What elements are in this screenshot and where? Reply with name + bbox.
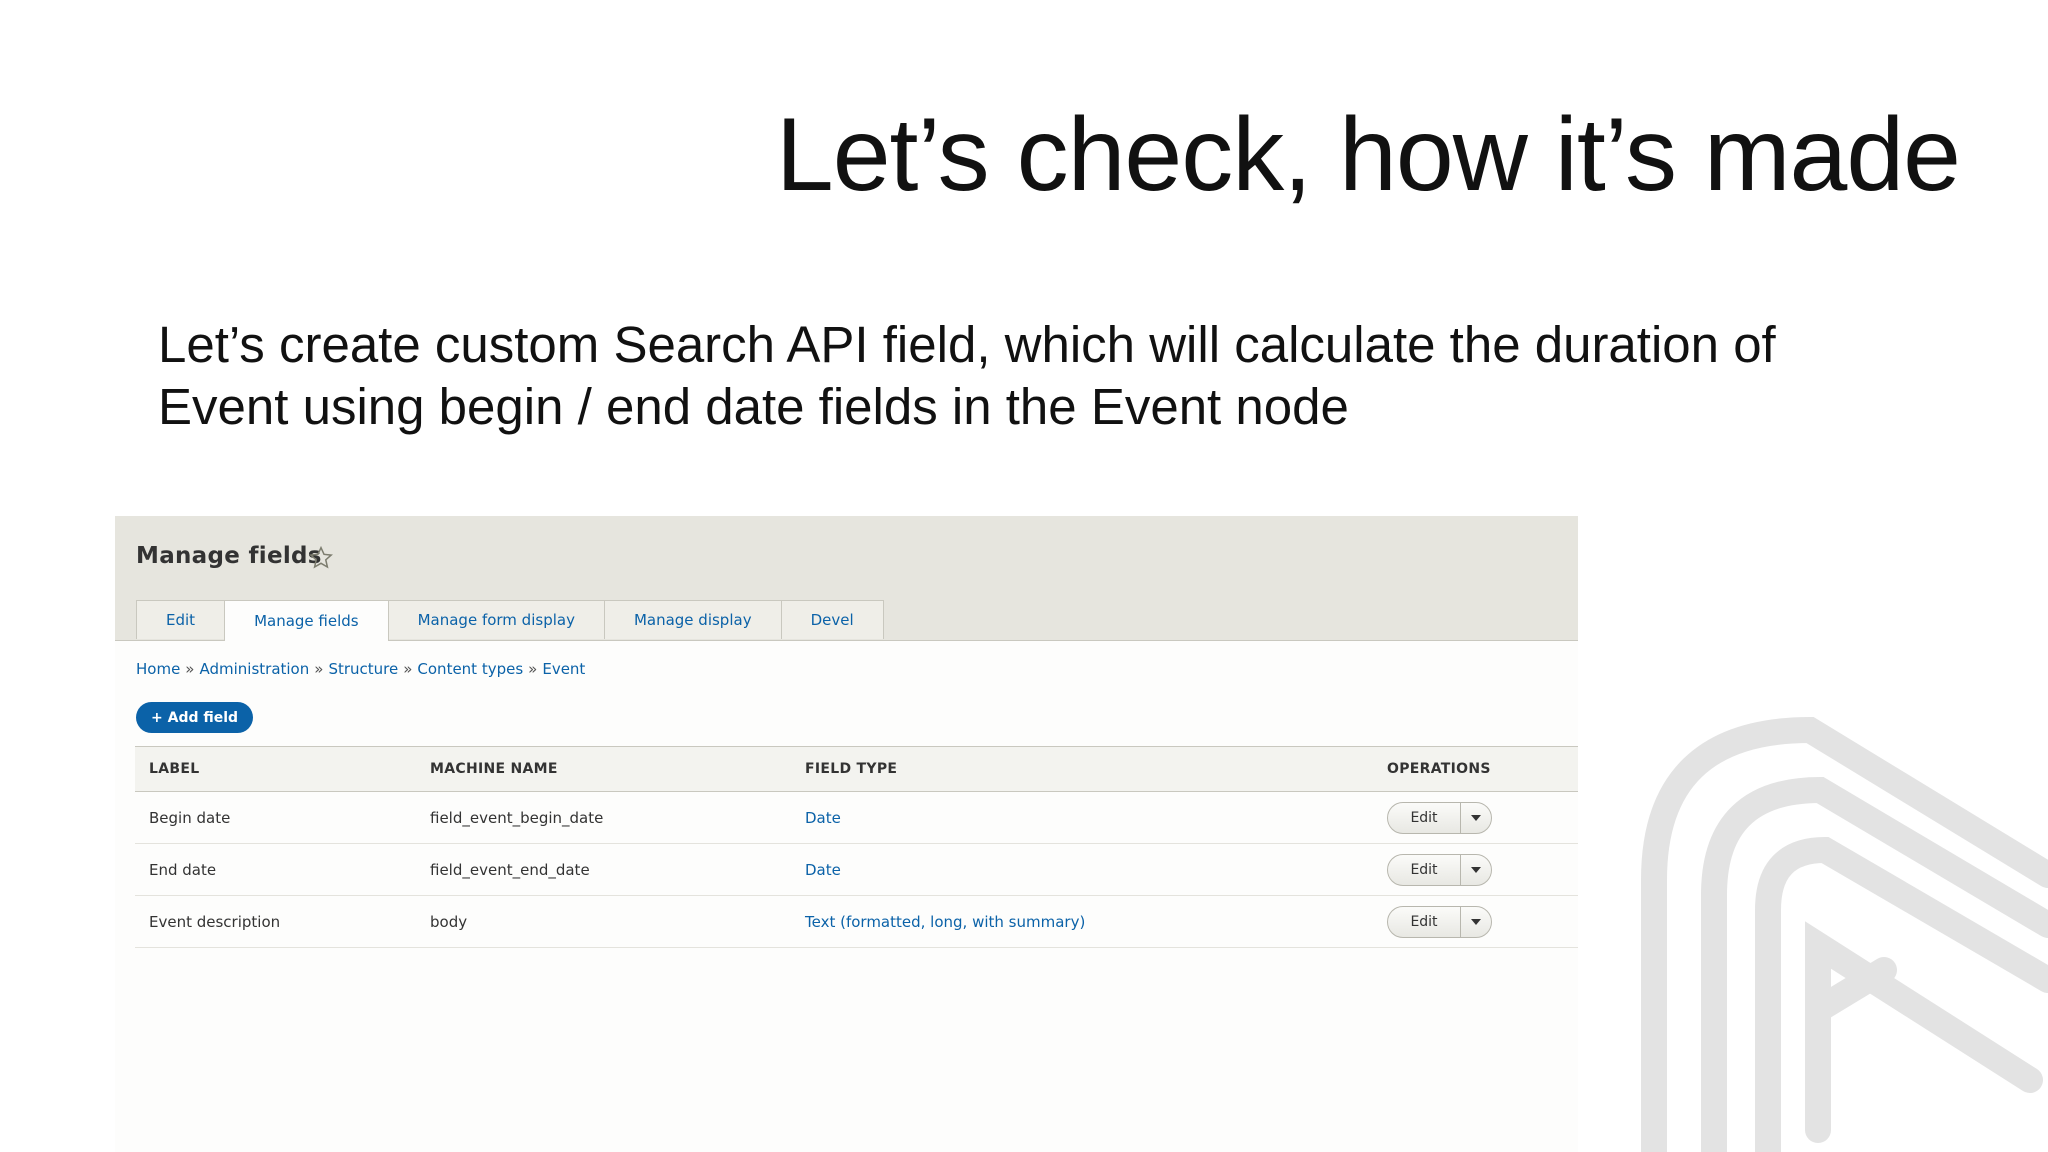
operations-dropbutton: Edit bbox=[1387, 905, 1492, 938]
add-field-button[interactable]: + Add field bbox=[136, 702, 254, 733]
breadcrumb-structure[interactable]: Structure bbox=[328, 660, 398, 678]
tab-manage-fields[interactable]: Manage fields bbox=[224, 600, 389, 641]
field-label: End date bbox=[149, 860, 217, 879]
table-row: Begin date field_event_begin_date Date E… bbox=[135, 792, 1578, 844]
table-row: End date field_event_end_date Date Edit bbox=[135, 844, 1578, 896]
dropdown-toggle-button[interactable] bbox=[1461, 803, 1491, 833]
operations-dropbutton: Edit bbox=[1387, 853, 1492, 886]
field-type-link[interactable]: Date bbox=[805, 861, 1387, 879]
field-type-link[interactable]: Date bbox=[805, 809, 1387, 827]
field-machine-name: body bbox=[430, 912, 468, 931]
dropdown-toggle-button[interactable] bbox=[1461, 907, 1491, 937]
operations-cell: Edit bbox=[1387, 801, 1578, 834]
column-header-operations: OPERATIONS bbox=[1387, 761, 1491, 777]
breadcrumb-separator: » bbox=[528, 660, 538, 678]
breadcrumb-separator: » bbox=[314, 660, 324, 678]
field-type-link[interactable]: Text (formatted, long, with summary) bbox=[805, 913, 1387, 931]
tab-edit[interactable]: Edit bbox=[136, 600, 226, 639]
tab-bar: Edit Manage fields Manage form display M… bbox=[136, 600, 884, 641]
table-header: LABEL MACHINE NAME FIELD TYPE OPERATIONS bbox=[135, 746, 1578, 792]
breadcrumb-administration[interactable]: Administration bbox=[199, 660, 309, 678]
edit-button[interactable]: Edit bbox=[1388, 802, 1461, 833]
slide-body: Let’s create custom Search API field, wh… bbox=[158, 314, 1918, 438]
operations-cell: Edit bbox=[1387, 905, 1578, 938]
breadcrumb-home[interactable]: Home bbox=[136, 660, 180, 678]
chevron-down-icon bbox=[1471, 814, 1481, 821]
breadcrumb-event[interactable]: Event bbox=[542, 660, 585, 678]
slide-body-line-1: Let’s create custom Search API field, wh… bbox=[158, 316, 1776, 373]
chevron-down-icon bbox=[1471, 866, 1481, 873]
slide-body-line-2: Event using begin / end date fields in t… bbox=[158, 378, 1349, 435]
star-icon[interactable] bbox=[308, 545, 334, 571]
slide-title: Let’s check, how it’s made bbox=[775, 97, 1961, 213]
field-machine-name: field_event_begin_date bbox=[430, 808, 604, 827]
breadcrumb-separator: » bbox=[185, 660, 195, 678]
field-label: Begin date bbox=[149, 808, 231, 827]
tab-devel[interactable]: Devel bbox=[780, 600, 884, 639]
page-header: Manage fields Edit Manage fields Manage … bbox=[115, 516, 1578, 641]
breadcrumb: Home» Administration» Structure» Content ty… bbox=[136, 660, 585, 678]
tab-manage-form-display[interactable]: Manage form display bbox=[387, 600, 605, 639]
brand-logo bbox=[1641, 716, 2048, 1152]
breadcrumb-content-types[interactable]: Content types bbox=[417, 660, 523, 678]
edit-button[interactable]: Edit bbox=[1388, 854, 1461, 885]
table-row: Event description body Text (formatted, … bbox=[135, 896, 1578, 948]
page-title: Manage fields bbox=[136, 543, 322, 569]
edit-button[interactable]: Edit bbox=[1388, 906, 1461, 937]
operations-cell: Edit bbox=[1387, 853, 1578, 886]
drupal-screenshot: Manage fields Edit Manage fields Manage … bbox=[115, 516, 1578, 1152]
chevron-down-icon bbox=[1471, 918, 1481, 925]
fields-table: LABEL MACHINE NAME FIELD TYPE OPERATIONS… bbox=[135, 746, 1578, 948]
operations-dropbutton: Edit bbox=[1387, 801, 1492, 834]
column-header-machine-name[interactable]: MACHINE NAME bbox=[430, 761, 805, 777]
field-label: Event description bbox=[149, 912, 281, 931]
column-header-label[interactable]: LABEL bbox=[135, 761, 430, 777]
tab-manage-display[interactable]: Manage display bbox=[603, 600, 782, 639]
breadcrumb-separator: » bbox=[403, 660, 413, 678]
field-machine-name: field_event_end_date bbox=[430, 860, 590, 879]
dropdown-toggle-button[interactable] bbox=[1461, 855, 1491, 885]
column-header-field-type[interactable]: FIELD TYPE bbox=[805, 761, 1387, 777]
